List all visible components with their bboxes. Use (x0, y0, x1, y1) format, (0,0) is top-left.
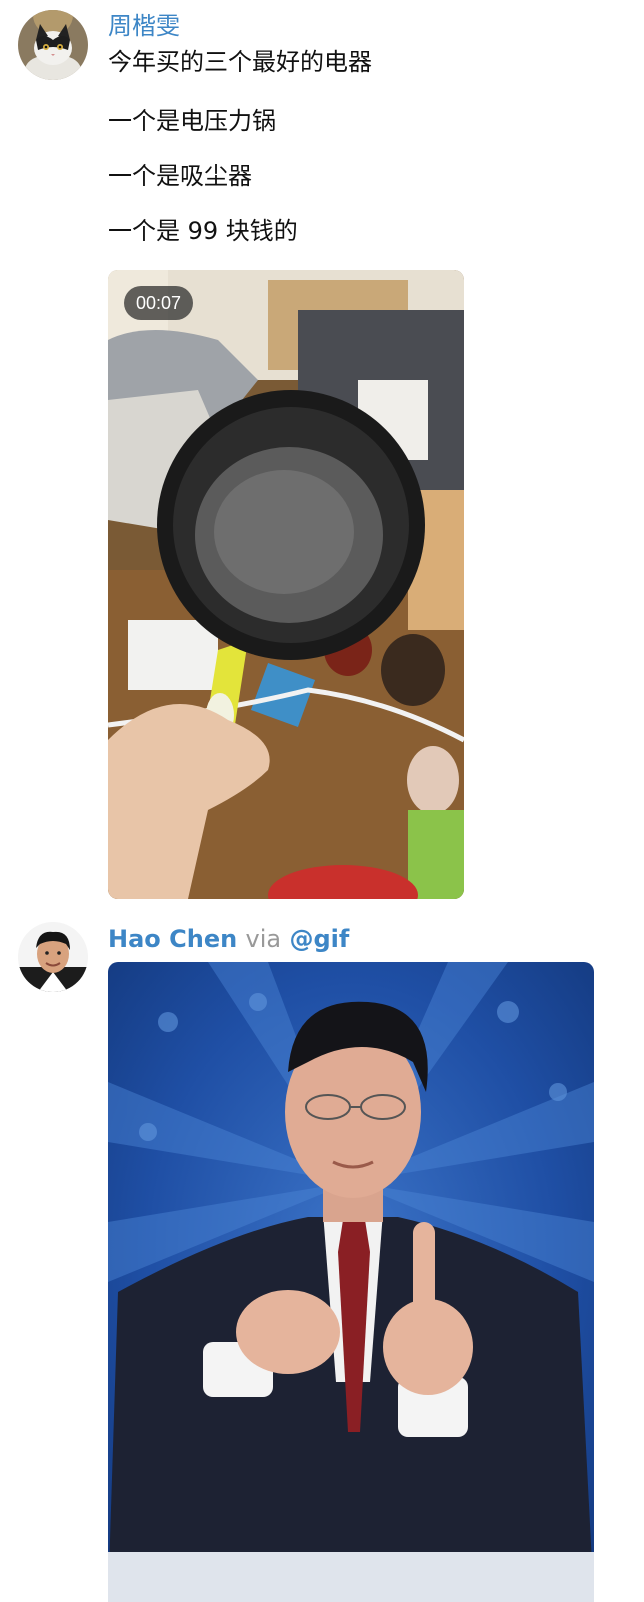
video-duration-badge: 00:07 (124, 286, 194, 320)
via-bot-link[interactable]: @gif (289, 925, 349, 953)
video-thumbnail (108, 270, 464, 899)
message-text-line-2: 一个是电压力锅 (108, 107, 276, 135)
gif-image (108, 962, 594, 1602)
video-attachment[interactable]: 00:07 (108, 270, 464, 899)
sender-name[interactable]: Hao Chen (108, 925, 237, 953)
man-avatar-icon (18, 922, 88, 992)
sender-avatar-zhoukaiwen[interactable] (18, 10, 88, 80)
message-text-line-4: 一个是 99 块钱的 (108, 217, 298, 245)
sender-avatar-hao-chen[interactable] (18, 922, 88, 992)
via-label: via (245, 925, 282, 953)
message-text-line-1: 今年买的三个最好的电器 (108, 48, 372, 76)
gif-attachment[interactable] (108, 962, 594, 1602)
cat-avatar-icon (18, 10, 88, 80)
sender-header: Hao Chen via @gif (108, 924, 349, 954)
message-text-line-3: 一个是吸尘器 (108, 162, 252, 190)
sender-name[interactable]: 周楷雯 (108, 11, 180, 41)
